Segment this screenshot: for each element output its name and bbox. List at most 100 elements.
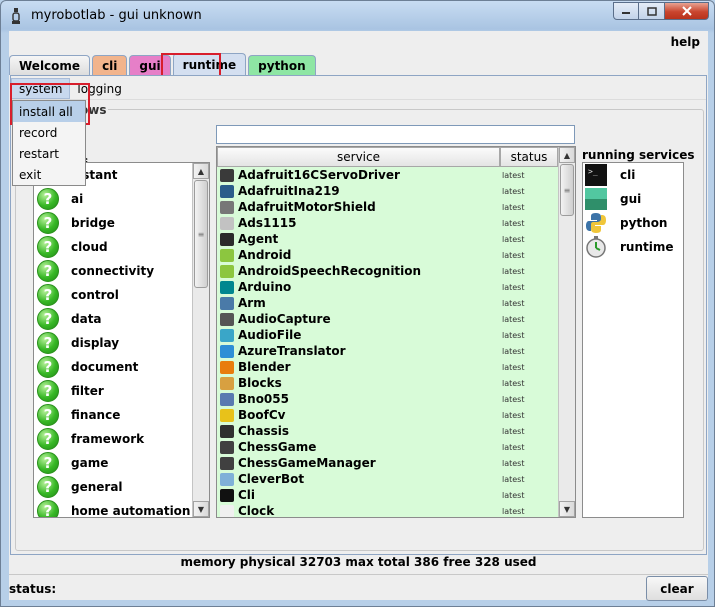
table-row[interactable]: ChessGameManager latest [217, 455, 558, 471]
service-scrollbar[interactable]: ▲ ≡ ▼ [558, 147, 575, 517]
title-bar[interactable]: myrobotlab - gui unknown [1, 1, 714, 31]
running-service-item[interactable]: >_ cli [583, 163, 683, 187]
service-icon [220, 408, 234, 422]
service-status: latest [502, 346, 525, 356]
table-row[interactable]: Blender latest [217, 359, 558, 375]
service-status: latest [502, 506, 525, 516]
table-row[interactable]: Arduino latest [217, 279, 558, 295]
question-icon: ? [37, 500, 59, 517]
table-row[interactable]: AzureTranslator latest [217, 343, 558, 359]
clear-button[interactable]: clear [646, 576, 708, 601]
category-label: cloud [71, 240, 108, 254]
category-item[interactable]: ? filter [34, 379, 209, 403]
service-name: Arduino [238, 280, 292, 294]
table-row[interactable]: CleverBot latest [217, 471, 558, 487]
menu-item-install-all[interactable]: install all [13, 101, 85, 122]
running-service-name: cli [620, 168, 636, 182]
tab-welcome[interactable]: Welcome [9, 55, 91, 75]
category-item[interactable]: ? home automation [34, 499, 209, 517]
table-row[interactable]: AndroidSpeechRecognition latest [217, 263, 558, 279]
table-row[interactable]: BoofCv latest [217, 407, 558, 423]
table-row[interactable]: AudioFile latest [217, 327, 558, 343]
service-icon [220, 392, 234, 406]
service-name: AndroidSpeechRecognition [238, 264, 422, 278]
menu-item-restart[interactable]: restart [13, 143, 85, 164]
category-item[interactable]: ? document [34, 355, 209, 379]
service-name: Chassis [238, 424, 289, 438]
terminal-icon: >_ [585, 164, 607, 186]
category-item[interactable]: ? game [34, 451, 209, 475]
service-status: latest [502, 330, 525, 340]
service-icon [220, 376, 234, 390]
category-item[interactable]: ? data [34, 307, 209, 331]
service-icon [220, 168, 234, 182]
close-button[interactable] [665, 2, 709, 20]
running-service-item[interactable]: gui [583, 187, 683, 211]
category-list[interactable]: ?sistant?ai?bridge?cloud?connectivity?co… [33, 162, 210, 518]
minimize-button[interactable] [613, 2, 639, 20]
category-item[interactable]: ? cloud [34, 235, 209, 259]
tab-python[interactable]: python [248, 55, 316, 75]
question-icon: ? [37, 308, 59, 330]
question-icon: ? [37, 236, 59, 258]
table-row[interactable]: Adafruit16CServoDriver latest [217, 167, 558, 183]
service-status: latest [502, 474, 525, 484]
table-row[interactable]: Chassis latest [217, 423, 558, 439]
service-name: AzureTranslator [238, 344, 346, 358]
category-label: general [71, 480, 123, 494]
table-row[interactable]: Ads1115 latest [217, 215, 558, 231]
table-row[interactable]: Clock latest [217, 503, 558, 517]
table-row[interactable]: Bno055 latest [217, 391, 558, 407]
scroll-thumb[interactable]: ≡ [560, 164, 574, 216]
category-scrollbar[interactable]: ▲ ≡ ▼ [192, 163, 209, 517]
service-status: latest [502, 442, 525, 452]
table-row[interactable]: Blocks latest [217, 375, 558, 391]
category-item[interactable]: ? framework [34, 427, 209, 451]
category-label: document [71, 360, 139, 374]
service-icon [220, 216, 234, 230]
category-item[interactable]: ? finance [34, 403, 209, 427]
service-status: latest [502, 410, 525, 420]
table-row[interactable]: AdafruitIna219 latest [217, 183, 558, 199]
column-service[interactable]: service [217, 147, 500, 167]
category-item[interactable]: ? display [34, 331, 209, 355]
column-status[interactable]: status [500, 147, 558, 167]
running-services-list[interactable]: >_ cli gui python runtime [582, 162, 684, 518]
table-row[interactable]: AudioCapture latest [217, 311, 558, 327]
memory-info: memory physical 32703 max total 386 free… [180, 555, 537, 569]
category-item[interactable]: ? bridge [34, 211, 209, 235]
table-row[interactable]: Agent latest [217, 231, 558, 247]
scroll-down-button[interactable]: ▼ [193, 501, 209, 517]
table-row[interactable]: ChessGame latest [217, 439, 558, 455]
category-item[interactable]: ? connectivity [34, 259, 209, 283]
service-name: ChessGameManager [238, 456, 376, 470]
table-row[interactable]: Cli latest [217, 487, 558, 503]
table-row[interactable]: Arm latest [217, 295, 558, 311]
scroll-thumb[interactable]: ≡ [194, 180, 208, 288]
scroll-up-button[interactable]: ▲ [559, 147, 575, 163]
gui-icon [585, 188, 607, 210]
client-area: help Welcome cli gui runtime python syst… [9, 31, 708, 601]
category-label: finance [71, 408, 121, 422]
scroll-down-button[interactable]: ▼ [559, 501, 575, 517]
category-item[interactable]: ? general [34, 475, 209, 499]
maximize-button[interactable] [639, 2, 665, 20]
menu-item-exit[interactable]: exit [13, 164, 85, 185]
category-item[interactable]: ? control [34, 283, 209, 307]
category-label: ai [71, 192, 84, 206]
table-row[interactable]: Android latest [217, 247, 558, 263]
tab-cli[interactable]: cli [92, 55, 128, 75]
runtime-tab-panel: system logging ows es ?sistant?ai?bridge… [10, 75, 707, 555]
menu-item-record[interactable]: record [13, 122, 85, 143]
running-service-item[interactable]: runtime [583, 235, 683, 259]
category-item[interactable]: ? ai [34, 187, 209, 211]
help-menu[interactable]: help [671, 35, 700, 49]
close-icon [681, 6, 692, 16]
service-name: Bno055 [238, 392, 289, 406]
table-row[interactable]: AdafruitMotorShield latest [217, 199, 558, 215]
running-service-name: python [620, 216, 668, 230]
service-search-input[interactable] [216, 125, 575, 144]
scroll-up-button[interactable]: ▲ [193, 163, 209, 179]
running-service-item[interactable]: python [583, 211, 683, 235]
service-name: AudioFile [238, 328, 302, 342]
